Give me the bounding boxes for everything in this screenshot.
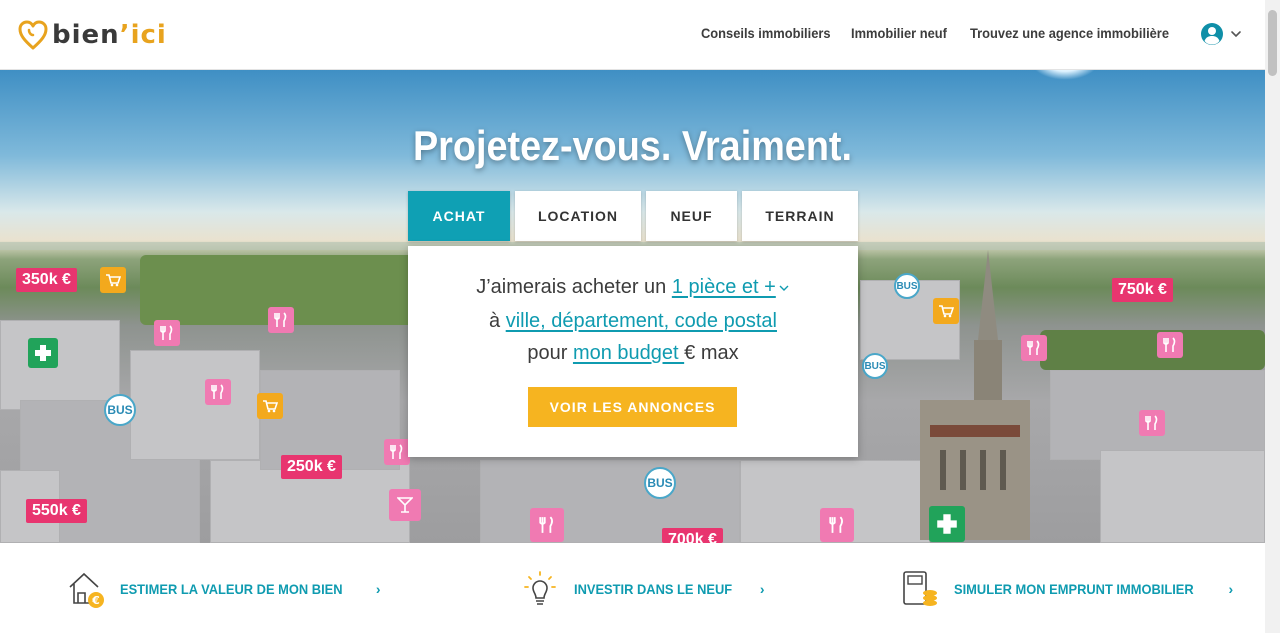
price-marker[interactable]: 750k € [1112,278,1173,302]
heart-logo-icon [18,20,48,50]
shop-cart-icon[interactable] [933,298,959,324]
tab-terrain[interactable]: TERRAIN [742,191,858,241]
price-marker[interactable]: 700k € [662,528,723,543]
chevron-down-icon [1231,31,1241,38]
price-marker[interactable]: 250k € [281,455,342,479]
feature-estimer[interactable]: € ESTIMER LA VALEUR DE MON BIEN › [66,569,381,609]
pharmacy-cross-icon[interactable] [929,506,965,542]
restaurant-icon[interactable] [1139,410,1165,436]
restaurant-icon[interactable] [1021,335,1047,361]
pharmacy-cross-icon[interactable] [28,338,58,368]
sun-glow [1030,70,1100,80]
chevron-down-icon [779,285,789,291]
restaurant-icon[interactable] [1157,332,1183,358]
chevron-right-icon: › [1228,581,1234,597]
church-building [920,250,1030,540]
bus-stop-icon[interactable]: BUS [104,394,136,426]
feature-investir[interactable]: INVESTIR DANS LE NEUF › [520,569,765,609]
search-text: J’aimerais acheter un [476,276,672,298]
building [130,350,260,460]
house-euro-icon: € [69,572,104,608]
feature-label: ESTIMER LA VALEUR DE MON BIEN [120,581,343,597]
nav-link-conseils[interactable]: Conseils immobiliers [701,25,831,41]
budget-input[interactable]: mon budget [573,342,684,364]
shop-cart-icon[interactable] [257,393,283,419]
search-line-location: à ville, département, code postal [408,310,858,333]
chevron-right-icon: › [375,581,381,597]
bus-stop-icon[interactable]: BUS [894,273,920,299]
logo-text-main: bien [52,20,120,50]
page-scrollbar[interactable] [1265,0,1280,633]
feature-label: INVESTIR DANS LE NEUF [574,581,733,597]
bus-stop-icon[interactable]: BUS [644,467,676,499]
cocktail-bar-icon[interactable] [389,489,421,521]
user-circle-icon [1201,23,1223,45]
price-marker[interactable]: 550k € [26,499,87,523]
search-form: J’aimerais acheter un 1 pièce et + à vil… [408,246,858,457]
rooms-select-value: 1 pièce et + [671,276,776,298]
logo[interactable]: bien’ici [18,18,167,52]
logo-apostrophe: ’ [119,20,131,50]
feature-simuler[interactable]: SIMULER MON EMPRUNT IMMOBILIER › [900,569,1233,609]
calculator-coins-icon [903,571,937,606]
shop-cart-icon[interactable] [100,267,126,293]
search-text: à [489,310,506,332]
page: bien’ici Conseils immobiliers Immobilier… [0,0,1265,633]
tab-neuf[interactable]: NEUF [646,191,737,241]
restaurant-icon[interactable] [530,508,564,542]
hero-3d-map: 350k € 750k € 250k € 550k € 700k € BUS B… [0,70,1265,543]
site-header: bien’ici Conseils immobiliers Immobilier… [0,0,1265,70]
building [0,320,120,410]
hero-title: Projetez-vous. Vraiment. [412,122,853,169]
lightbulb-icon [524,571,556,605]
building [1100,450,1265,543]
tab-achat[interactable]: ACHAT [408,191,510,241]
bus-stop-icon[interactable]: BUS [862,353,888,379]
restaurant-icon[interactable] [268,307,294,333]
rooms-select[interactable]: 1 pièce et + [672,276,790,298]
voir-les-annonces-button[interactable]: VOIR LES ANNONCES [528,387,737,427]
chevron-right-icon: › [759,581,765,597]
restaurant-icon[interactable] [384,439,410,465]
logo-text: bien’ici [52,20,167,50]
svg-text:€: € [91,594,100,607]
logo-text-accent: ici [130,20,167,50]
search-line-type: J’aimerais acheter un 1 pièce et + [408,276,858,299]
search-text: pour [527,342,573,364]
feature-label: SIMULER MON EMPRUNT IMMOBILIER [954,581,1194,597]
price-marker[interactable]: 350k € [16,268,77,292]
nav-link-immobilier-neuf[interactable]: Immobilier neuf [851,25,947,41]
features-bar: € ESTIMER LA VALEUR DE MON BIEN › INVEST… [0,543,1265,633]
restaurant-icon[interactable] [820,508,854,542]
location-input[interactable]: ville, département, code postal [506,310,777,332]
nav-link-trouvez-agence[interactable]: Trouvez une agence immobilière [970,25,1169,41]
restaurant-icon[interactable] [154,320,180,346]
search-line-budget: pour mon budget € max [408,342,858,365]
search-text: € max [684,342,739,364]
park-area [1040,330,1265,370]
restaurant-icon[interactable] [205,379,231,405]
scrollbar-thumb[interactable] [1268,10,1277,76]
tab-location[interactable]: LOCATION [515,191,641,241]
user-menu[interactable] [1200,22,1242,46]
